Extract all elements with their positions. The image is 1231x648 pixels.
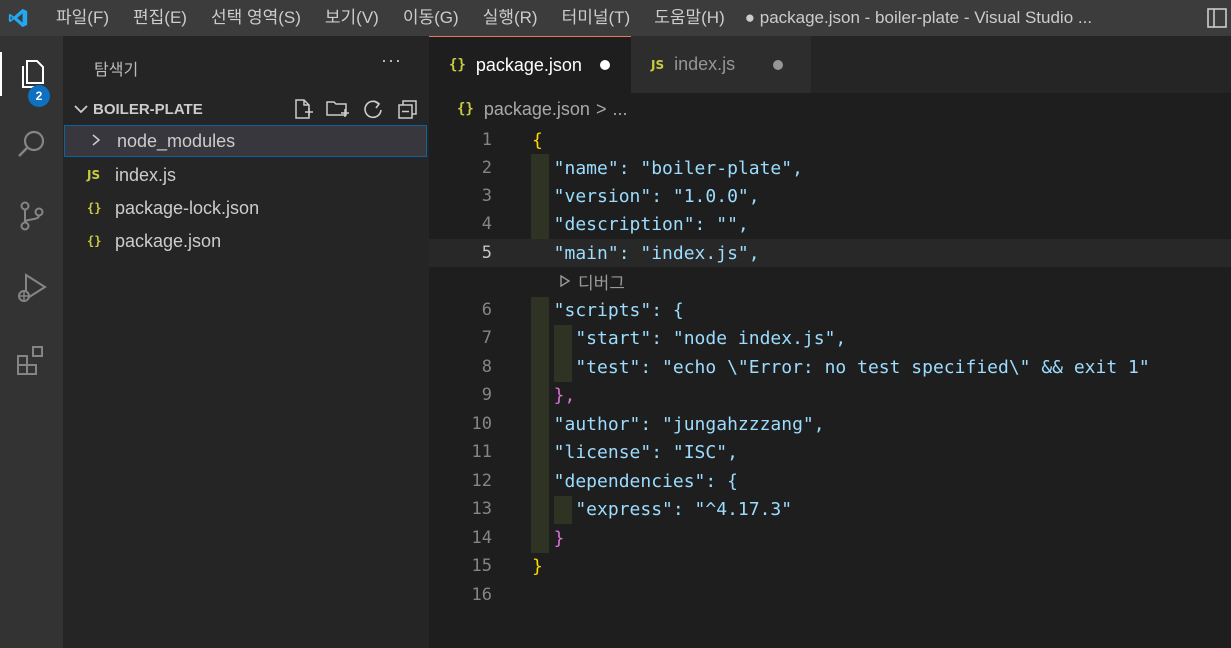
new-file-icon[interactable] xyxy=(285,96,320,122)
chevron-down-icon xyxy=(74,105,88,114)
tree-item-label: package.json xyxy=(115,230,222,251)
workspace-title: BOILER-PLATE xyxy=(93,100,203,118)
activity-bar: 2 xyxy=(0,36,63,648)
menu-go[interactable]: 이동(G) xyxy=(391,0,471,36)
code-line: 3 "version": "1.0.0", xyxy=(481,185,760,207)
menu-terminal[interactable]: 터미널(T) xyxy=(550,0,643,36)
breadcrumb-separator: > xyxy=(595,98,607,119)
sidebar-title: 탐색기 xyxy=(94,62,139,79)
tree-item-node-modules[interactable]: node_modules xyxy=(64,125,427,157)
js-file-icon: JS xyxy=(651,57,665,72)
breadcrumb-more[interactable]: ... xyxy=(612,99,627,120)
code-editor[interactable]: 1{ 2 "name": "boiler-plate", 3 "version"… xyxy=(429,125,1231,648)
codelens-label: 디버그 xyxy=(578,273,625,293)
code-line: 4 "description": "", xyxy=(481,213,749,235)
tree-item-label: node_modules xyxy=(117,130,236,151)
tab-package-json[interactable]: {} package.json xyxy=(429,36,631,93)
tree-item-index-js[interactable]: JS index.js xyxy=(63,159,429,191)
menu-view[interactable]: 보기(V) xyxy=(313,0,391,36)
tab-index-js[interactable]: JS index.js xyxy=(631,36,811,93)
code-line: 15} xyxy=(471,555,543,577)
section-actions xyxy=(285,96,425,122)
layout-toggle-icon[interactable] xyxy=(1205,6,1231,30)
tree-item-label: package-lock.json xyxy=(115,197,260,218)
code-line: 8 "test": "echo \"Error: no test specifi… xyxy=(481,356,1150,378)
code-line: 1{ xyxy=(481,129,543,151)
tree-item-label: index.js xyxy=(115,164,177,185)
code-line: 11 "license": "ISC", xyxy=(471,441,738,463)
window-title: ● package.json - boiler-plate - Visual S… xyxy=(744,8,1093,27)
tab-label: index.js xyxy=(674,54,736,74)
modified-dot-icon[interactable] xyxy=(773,59,784,70)
tab-label: package.json xyxy=(475,54,582,75)
more-actions-icon[interactable]: ··· xyxy=(381,50,402,71)
editor-tabs: {} package.json JS index.js xyxy=(429,36,1231,93)
menu-help[interactable]: 도움말(H) xyxy=(642,0,737,36)
code-line: 13 "express": "^4.17.3" xyxy=(471,498,793,520)
run-debug-icon[interactable] xyxy=(0,258,63,318)
json-file-icon: {} xyxy=(87,234,102,248)
explorer-sidebar: 탐색기 ··· BOILER-PLATE node_modules JS ind… xyxy=(63,36,429,648)
js-file-icon: JS xyxy=(87,168,101,182)
modified-dot-icon[interactable] xyxy=(599,60,610,70)
source-control-icon[interactable] xyxy=(0,186,63,246)
refresh-icon[interactable] xyxy=(355,96,390,122)
menu-bar: 파일(F) 편집(E) 선택 영역(S) 보기(V) 이동(G) 실행(R) 터… xyxy=(44,0,737,36)
breadcrumb: {} package.json > ... xyxy=(429,93,1231,125)
menu-file[interactable]: 파일(F) xyxy=(44,0,121,36)
explorer-badge: 2 xyxy=(28,85,50,107)
code-line: 7 "start": "node index.js", xyxy=(481,327,847,349)
tree-item-package-json[interactable]: {} package.json xyxy=(63,225,429,257)
code-line: 16 xyxy=(471,585,492,605)
title-bar: 파일(F) 편집(E) 선택 영역(S) 보기(V) 이동(G) 실행(R) 터… xyxy=(0,0,1231,36)
vscode-logo-icon xyxy=(0,0,36,36)
workspace-section-header[interactable]: BOILER-PLATE xyxy=(63,94,429,124)
json-file-icon: {} xyxy=(87,201,102,215)
code-line: 9 }, xyxy=(481,384,576,406)
code-line: 6 "scripts": { xyxy=(481,299,684,321)
explorer-icon[interactable]: 2 xyxy=(0,44,63,107)
code-line: 14 } xyxy=(471,527,565,549)
play-icon xyxy=(560,274,571,288)
json-file-icon: {} xyxy=(457,101,474,117)
extensions-icon[interactable] xyxy=(0,330,63,390)
menu-edit[interactable]: 편집(E) xyxy=(121,0,199,36)
search-icon[interactable] xyxy=(0,114,63,174)
code-line: 10 "author": "jungahzzzang", xyxy=(471,413,825,435)
debug-codelens[interactable]: 디버그 xyxy=(558,268,625,294)
json-file-icon: {} xyxy=(449,57,466,73)
menu-run[interactable]: 실행(R) xyxy=(471,0,550,36)
breadcrumb-file[interactable]: package.json xyxy=(484,99,590,120)
code-line: 12 "dependencies": { xyxy=(471,470,738,492)
new-folder-icon[interactable] xyxy=(320,96,355,122)
collapse-all-icon[interactable] xyxy=(390,96,425,122)
chevron-right-icon xyxy=(89,133,115,150)
current-code-line: 5 "main": "index.js", xyxy=(429,239,1231,267)
menu-selection[interactable]: 선택 영역(S) xyxy=(199,0,313,36)
code-line: 2 "name": "boiler-plate", xyxy=(481,157,803,179)
tree-item-package-lock-json[interactable]: {} package-lock.json xyxy=(63,192,429,224)
